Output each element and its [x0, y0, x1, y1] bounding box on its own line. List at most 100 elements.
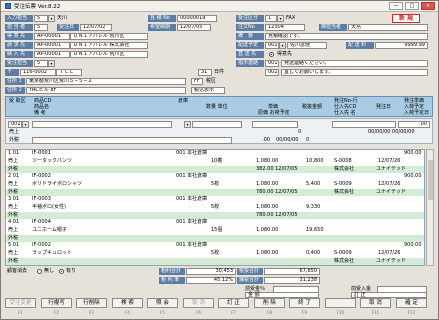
- table-row[interactable]: 3 01 IF-0003 001 本社倉庫 売上 半袖ポロ(女性) 5枚 1,080.00 9…: [6, 196, 424, 219]
- fkey-button-f1[interactable]: 受注変更: [5, 298, 36, 308]
- table-row[interactable]: 5 01 IF-0002 001 本社倉庫 900.00 売上 ラップキュロット 5枚 1,0…: [6, 242, 424, 265]
- window-title: 受注伝票 Ver.8.22: [14, 4, 61, 10]
- line-no: 4 01: [8, 219, 20, 225]
- product-code: IF-0001: [32, 150, 51, 156]
- address1-field[interactable]: 東京都荒川区荒川５−５−２: [26, 78, 186, 85]
- tax-type: 外税: [8, 189, 19, 195]
- clear-yes-radio[interactable]: [59, 269, 64, 274]
- billing-label: 請 求 先: [5, 42, 33, 49]
- delivery-dest-code[interactable]: AP-00001: [34, 51, 70, 58]
- address2-label: 住所 2: [5, 87, 25, 94]
- function-key-bar: 受注変更 F1 行複写 F2 行削除 F3 検 索 F4 照 会 F5 取 消 F6 訂 正 F7 削 除 F…: [5, 298, 435, 318]
- warehouse-dropdown[interactable]: ▾: [184, 121, 191, 128]
- address2-field[interactable]: YRCビル 8F: [26, 87, 186, 94]
- contact-person-field[interactable]: 天島: [348, 24, 428, 31]
- fkey-button-f10[interactable]: [325, 298, 356, 308]
- order-type-code[interactable]: 1: [265, 15, 277, 22]
- direct-ship-radio-label: 得意先: [277, 51, 293, 57]
- col-qty-unit: 数量 単位: [206, 104, 228, 110]
- input-staff-dropdown[interactable]: ▾: [48, 15, 55, 22]
- line-no-field[interactable]: 001: [8, 121, 22, 128]
- instructions-text[interactable]: 発送連絡ください。: [281, 60, 428, 67]
- line-kubun-dropdown[interactable]: ▾: [22, 121, 29, 128]
- count-code-field[interactable]: 31: [198, 69, 212, 76]
- tax-kubun-label: 税区: [206, 78, 217, 84]
- qty-input[interactable]: [192, 121, 242, 128]
- fkey-button-f2[interactable]: 行複写: [41, 298, 72, 308]
- col-supplier-name: 仕入先 名: [334, 110, 356, 116]
- remarks-input[interactable]: [32, 137, 232, 144]
- table-row[interactable]: 4 01 IF-0004 001 本社倉庫 売上 ユニホーム帽子 15個 1,080.00 1…: [6, 219, 424, 242]
- fkey-button-f8[interactable]: 削 除: [254, 298, 285, 308]
- staff-code[interactable]: 5: [34, 24, 48, 31]
- maximize-button[interactable]: □: [405, 2, 419, 10]
- pretax-total-label: 税抜合計: [237, 268, 263, 275]
- unit-price: 1,080.00: [256, 181, 279, 187]
- tcl-field[interactable]: ＴＣＬ: [56, 69, 82, 76]
- delivery-method-name[interactable]: 佐川急便: [287, 42, 327, 49]
- billing-name[interactable]: ＵＮＩアパレル 株式会社: [70, 42, 148, 49]
- fkey-caption: F11: [371, 310, 380, 315]
- billing-code[interactable]: AP-00001: [34, 42, 70, 49]
- fkey-button-f6[interactable]: 取 消: [183, 298, 214, 308]
- cost-date: 780.00 12/07/05: [256, 189, 298, 195]
- table-row[interactable]: 2 01 IF-0002 001 本社倉庫 900.00 売上 ボリドライポロシャツ 5枚 1…: [6, 173, 424, 196]
- app-icon: [5, 3, 11, 9]
- po-price-input[interactable]: .00: [398, 121, 430, 128]
- instructions2-code[interactable]: 001: [265, 69, 279, 76]
- order-date-field[interactable]: 12/07/02: [80, 24, 112, 31]
- sale-kubun: 売上: [8, 158, 19, 164]
- fkey-button-f11[interactable]: 取 消: [360, 298, 391, 308]
- fkey-button-f9[interactable]: 終 了: [289, 298, 320, 308]
- shipping-fee-field[interactable]: 9999.99: [375, 42, 428, 49]
- order-type-dropdown[interactable]: ▾: [277, 15, 284, 22]
- warehouse: 001 本社倉庫: [176, 242, 208, 248]
- product-code-input[interactable]: [32, 121, 172, 128]
- direct-ship-radio[interactable]: [269, 52, 274, 57]
- table-row[interactable]: 1 01 IF-0001 001 本社倉庫 900.00 売上 ツータックパンツ 10着 1,…: [6, 150, 424, 173]
- desired-delivery-field[interactable]: 12/07/05: [177, 24, 211, 31]
- tax-kubun-field[interactable]: FF: [191, 78, 203, 85]
- fkey-button-f12[interactable]: 確 定: [396, 298, 427, 308]
- po-date: 12/07/26: [378, 181, 401, 187]
- remarks-field[interactable]: 見積確認です。: [265, 33, 428, 40]
- minimize-button[interactable]: —: [389, 2, 403, 10]
- input-staff-code[interactable]: 5: [34, 15, 48, 22]
- price-input[interactable]: [252, 121, 298, 128]
- instructions2-text[interactable]: 宜しくお願いします。: [281, 69, 428, 76]
- fkey-button-f3[interactable]: 行削除: [76, 298, 107, 308]
- order-staff-code[interactable]: 5: [34, 60, 48, 67]
- col-amount: 税抜金額: [302, 104, 323, 110]
- clear-no-label: 無し: [44, 268, 55, 274]
- gross-margin-label: 粗 利 率: [159, 277, 185, 284]
- delivery-method-dropdown[interactable]: ▾: [279, 42, 286, 49]
- order-type-name: FAX: [286, 15, 296, 21]
- fkey-button-f5[interactable]: 照 会: [147, 298, 178, 308]
- instructions-label: 指示連絡: [236, 60, 264, 67]
- tax-display-field[interactable]: 税込表示: [191, 87, 225, 94]
- close-button[interactable]: ×: [421, 2, 435, 10]
- scrollbar-thumb[interactable]: [428, 160, 433, 200]
- fkey-caption: F4: [125, 310, 130, 315]
- customer-clear-label: 顧客消去: [7, 268, 28, 274]
- po-date: 12/07/26: [378, 158, 401, 164]
- po-no: S-0009: [334, 250, 352, 256]
- order-staff-dropdown[interactable]: ▾: [48, 60, 55, 67]
- postal-field[interactable]: 116-0002: [20, 69, 56, 76]
- estimate-no-field[interactable]: 00000019: [177, 15, 217, 22]
- delivery-method-code[interactable]: 001: [265, 42, 279, 49]
- fkey-button-f7[interactable]: 訂 正: [218, 298, 249, 308]
- fkey-caption: F5: [160, 310, 165, 315]
- po-no-input[interactable]: [332, 121, 396, 128]
- order-date-label: 受注日: [57, 24, 79, 31]
- product-code: IF-0003: [32, 196, 51, 202]
- customer-name[interactable]: ＵＮＩアパレル 荒川区: [70, 33, 148, 40]
- clear-no-radio[interactable]: [37, 269, 42, 274]
- instructions-code[interactable]: 001: [265, 60, 279, 67]
- delivery-dest-label: 納 入 先: [5, 51, 33, 58]
- customer-code[interactable]: AP-00001: [34, 33, 70, 40]
- grid-scrollbar[interactable]: [426, 149, 434, 266]
- delivery-dest-name[interactable]: ＵＮＩアパレル 荒川区: [70, 51, 148, 58]
- customer-order-no-field[interactable]: 12304: [265, 24, 305, 31]
- fkey-button-f4[interactable]: 検 索: [112, 298, 143, 308]
